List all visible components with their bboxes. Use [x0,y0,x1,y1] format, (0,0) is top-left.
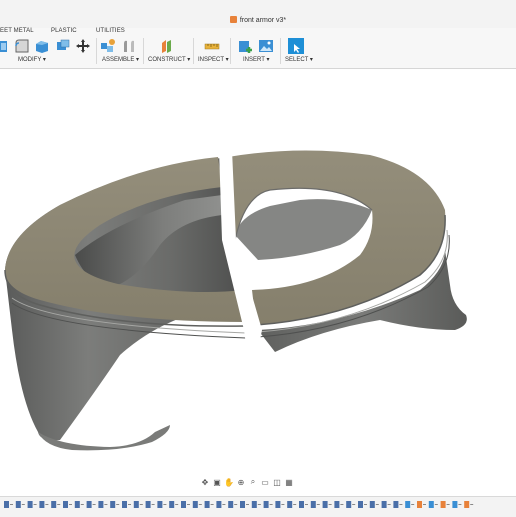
tab-sheet-metal[interactable]: EET METAL [0,28,34,34]
timeline-feature-icon[interactable] [452,501,462,508]
timeline-feature-icon[interactable] [192,501,202,508]
timeline-feature-icon[interactable] [181,501,190,508]
zoom-window-icon[interactable]: ⌕ [248,477,258,487]
grid-icon[interactable]: ▦ [284,477,294,487]
pan-icon[interactable]: ✋ [224,477,234,487]
document-title: front armor v3* [0,16,516,24]
timeline-feature-icon[interactable] [157,501,167,508]
timeline-feature-icon[interactable] [216,501,226,508]
timeline-feature-icon[interactable] [299,501,308,508]
timeline-feature-icon[interactable] [417,501,426,508]
timeline-feature-icon[interactable] [4,501,13,508]
timeline-feature-icon[interactable] [228,501,238,508]
timeline-feature-icon[interactable] [358,501,367,508]
canvas-viewport[interactable] [0,69,516,474]
timeline-feature-icon[interactable] [240,501,249,508]
timeline-feature-icon[interactable] [51,501,61,508]
offset-plane-icon[interactable] [159,38,175,54]
joint-icon[interactable] [121,38,137,54]
timeline-feature-icon[interactable] [346,501,356,508]
timeline-feature-icon[interactable] [39,501,49,508]
timeline-feature-icon[interactable] [263,501,273,508]
timeline-feature-icon[interactable] [369,501,379,508]
orbit-icon[interactable]: ✥ [200,477,210,487]
timeline-feature-icon[interactable] [310,501,320,508]
timeline-feature-icon[interactable] [63,501,72,508]
navigation-bar: ✥ ▣ ✋ ⊕ ⌕ ▭ ◫ ▦ [200,477,294,489]
timeline-feature-icon[interactable] [110,501,120,508]
timeline-feature-icon[interactable] [275,501,285,508]
timeline-feature-icon[interactable] [287,501,297,508]
display-settings-icon[interactable]: ▭ [260,477,270,487]
timeline-feature-icon[interactable] [145,501,155,508]
left-ring-part[interactable] [4,157,247,451]
construct-menu[interactable]: CONSTRUCT ▾ [148,56,190,63]
timeline-feature-icon[interactable] [122,501,131,508]
timeline-feature-icon[interactable] [74,501,84,508]
timeline-feature-icon[interactable] [251,501,261,508]
right-ring-part[interactable] [228,150,467,352]
timeline-feature-icon[interactable] [15,501,25,508]
timeline-feature-icon[interactable] [27,501,37,508]
fillet-icon[interactable] [14,38,30,54]
move-icon[interactable] [75,38,91,54]
tab-utilities[interactable]: UTILITIES [96,28,125,34]
shell-icon[interactable] [34,38,50,54]
insert-menu[interactable]: INSERT ▾ [243,56,269,63]
document-icon [229,16,237,23]
select-icon[interactable] [288,38,304,54]
timeline-feature-icon[interactable] [322,501,332,508]
timeline-feature-icon[interactable] [133,501,143,508]
ribbon-tabs: EET METAL PLASTIC UTILITIES [0,28,516,38]
timeline-feature-icon[interactable] [334,501,344,508]
timeline-feature-icon[interactable] [98,501,108,508]
timeline-feature-icon[interactable] [381,501,391,508]
ribbon-toolbar: EET METAL PLASTIC UTILITIES MODIFY ▾ ASS… [0,28,516,69]
timeline-feature-icon[interactable] [464,501,474,508]
zoom-icon[interactable]: ⊕ [236,477,246,487]
ribbon-separator [230,38,231,64]
model-render [4,150,467,451]
look-at-icon[interactable]: ▣ [212,477,222,487]
document-title-text: front armor v3* [239,17,287,24]
inspect-menu[interactable]: INSPECT ▾ [198,56,229,63]
ribbon-separator [96,38,97,64]
timeline-feature-icon[interactable] [440,501,450,508]
timeline-feature-icon[interactable] [204,501,214,508]
timeline-feature-icon[interactable] [428,501,438,508]
modify-menu[interactable]: MODIFY ▾ [18,56,46,63]
title-bar: front armor v3* [0,0,516,28]
measure-icon[interactable] [204,38,220,54]
ribbon-separator [193,38,194,64]
timeline-feature-icon[interactable] [169,501,179,508]
timeline-feature-icon[interactable] [86,501,96,508]
insert-derive-icon[interactable] [238,38,254,54]
new-component-icon[interactable] [100,38,116,54]
select-menu[interactable]: SELECT ▾ [285,56,313,63]
timeline-feature-icon[interactable] [405,501,415,508]
ribbon-separator [143,38,144,64]
combine-icon[interactable] [55,38,71,54]
timeline-track [4,501,474,508]
tab-plastic[interactable]: PLASTIC [51,28,77,34]
insert-canvas-icon[interactable] [258,38,274,54]
feature-timeline[interactable] [0,496,516,517]
timeline-feature-icon[interactable] [393,501,403,508]
ribbon-separator [280,38,281,64]
assemble-menu[interactable]: ASSEMBLE ▾ [102,56,139,63]
visual-style-icon[interactable]: ◫ [272,477,282,487]
